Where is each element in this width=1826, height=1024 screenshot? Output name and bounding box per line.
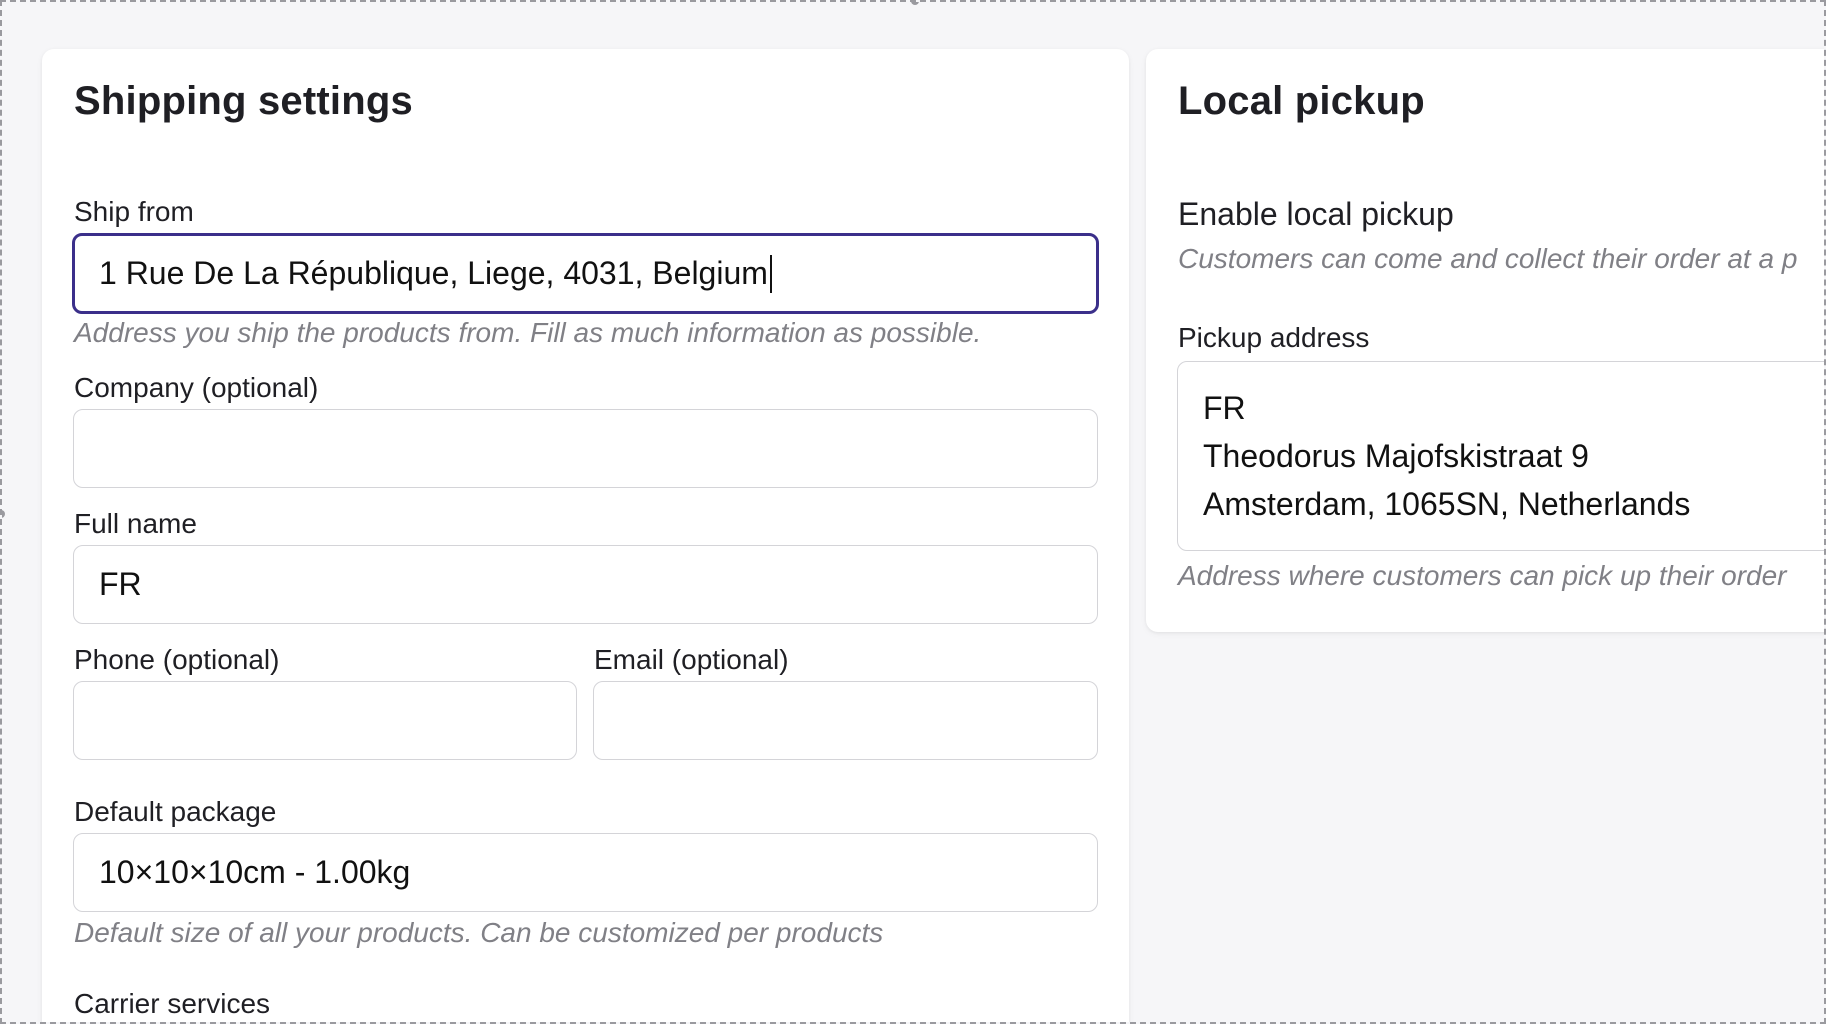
pickup-address-line-3: Amsterdam, 1065SN, Netherlands bbox=[1203, 486, 1691, 522]
full-name-label: Full name bbox=[74, 508, 197, 539]
email-label: Email (optional) bbox=[594, 644, 789, 675]
screenshot-frame: Shipping settings Ship from 1 Rue De La … bbox=[0, 0, 1826, 1024]
default-package-select[interactable]: 10×10×10cm - 1.00kg bbox=[73, 833, 1098, 912]
full-name-input[interactable]: FR bbox=[73, 545, 1098, 624]
ship-from-label: Ship from bbox=[74, 196, 194, 227]
ship-from-hint: Address you ship the products from. Fill… bbox=[74, 317, 982, 348]
pickup-address-line-2: Theodorus Majofskistraat 9 bbox=[1203, 438, 1589, 474]
company-input[interactable] bbox=[73, 409, 1098, 488]
pickup-address-hint: Address where customers can pick up thei… bbox=[1178, 560, 1787, 591]
enable-local-pickup-hint: Customers can come and collect their ord… bbox=[1178, 243, 1798, 274]
default-package-label: Default package bbox=[74, 796, 277, 827]
full-name-value: FR bbox=[99, 566, 142, 602]
pickup-address-label: Pickup address bbox=[1178, 322, 1370, 353]
local-pickup-title: Local pickup bbox=[1178, 79, 1425, 123]
local-pickup-card: Local pickup Enable local pickup Custome… bbox=[1146, 49, 1824, 632]
carrier-services-label: Carrier services bbox=[74, 988, 271, 1019]
text-caret bbox=[769, 254, 772, 293]
resize-handle-top[interactable] bbox=[911, 2, 919, 5]
company-label: Company (optional) bbox=[74, 372, 319, 403]
ship-from-value: 1 Rue De La République, Liege, 4031, Bel… bbox=[99, 255, 768, 291]
pickup-address-field[interactable]: FR Theodorus Majofskistraat 9 Amsterdam,… bbox=[1177, 361, 1824, 551]
phone-input[interactable] bbox=[73, 681, 577, 760]
enable-local-pickup-label[interactable]: Enable local pickup bbox=[1178, 196, 1454, 233]
email-input[interactable] bbox=[593, 681, 1098, 760]
shipping-settings-card: Shipping settings Ship from 1 Rue De La … bbox=[42, 49, 1129, 1022]
default-package-value: 10×10×10cm - 1.00kg bbox=[99, 854, 411, 890]
resize-handle-left[interactable] bbox=[2, 510, 5, 518]
shipping-settings-title: Shipping settings bbox=[74, 79, 413, 123]
ship-from-input[interactable]: 1 Rue De La République, Liege, 4031, Bel… bbox=[72, 233, 1099, 314]
default-package-hint: Default size of all your products. Can b… bbox=[74, 917, 884, 948]
phone-label: Phone (optional) bbox=[74, 644, 280, 675]
pickup-address-line-1: FR bbox=[1203, 390, 1246, 426]
